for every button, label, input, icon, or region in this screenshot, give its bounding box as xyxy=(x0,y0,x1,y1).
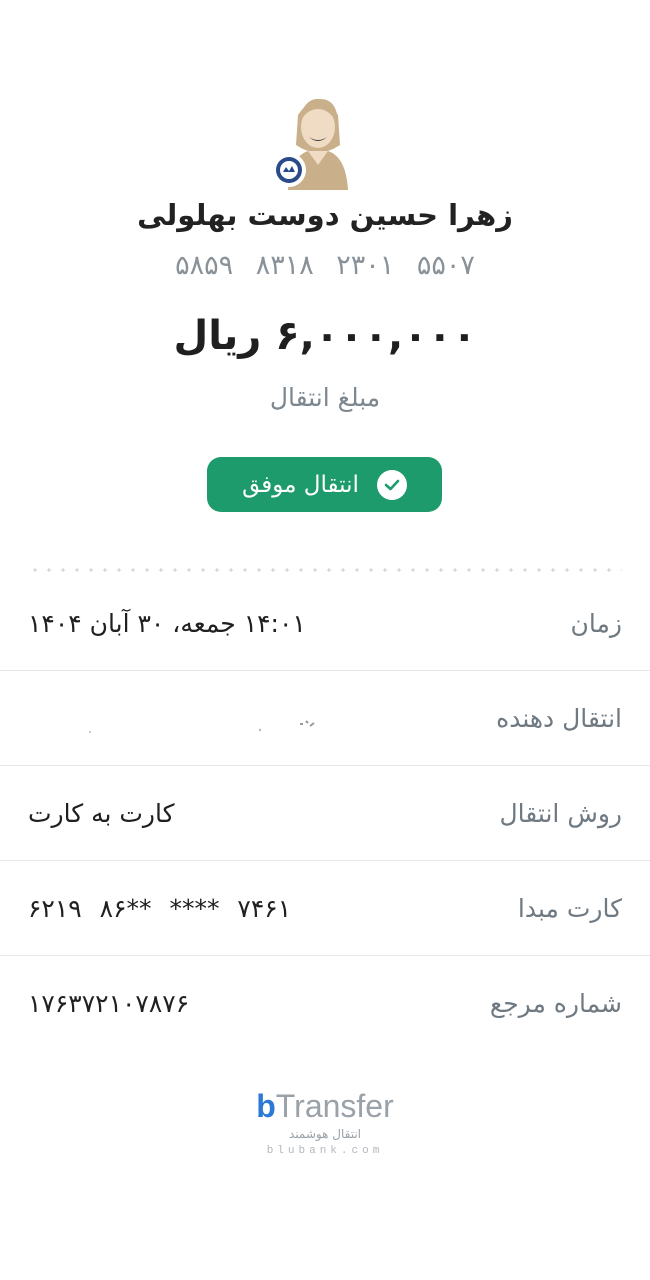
brand-wordmark: bTransfer xyxy=(0,1088,650,1125)
detail-key: شماره مرجع xyxy=(489,988,622,1018)
redacted-sender-name xyxy=(89,720,315,733)
detail-key: روش انتقال xyxy=(499,798,623,828)
detail-row-sender: انتقال دهنده xyxy=(0,671,650,766)
brand-b-letter: b xyxy=(256,1088,276,1124)
amount-caption: مبلغ انتقال xyxy=(269,383,381,412)
bank-logo xyxy=(272,153,306,187)
detail-row-source-card: کارت مبدا ۶۲۱۹ ۸۶** **** ۷۴۶۱ xyxy=(0,861,650,956)
check-icon xyxy=(376,469,407,500)
detail-value: ۶۲۱۹ ۸۶** **** ۷۴۶۱ xyxy=(28,893,292,923)
brand-name: Transfer xyxy=(275,1088,394,1124)
detail-key: زمان xyxy=(570,608,622,638)
details-list: زمان ۱۴:۰۱ جمعه، ۳۰ آبان ۱۴۰۴ انتقال دهن… xyxy=(0,576,650,1050)
brand-domain: blubank.com xyxy=(266,1145,384,1157)
detail-key: کارت مبدا xyxy=(517,893,622,923)
detail-row-method: روش انتقال کارت به کارت xyxy=(0,766,650,861)
detail-value: کارت به کارت xyxy=(28,798,175,828)
recipient-card-number: ۵۸۵۹ ۸۳۱۸ ۲۳۰۱ ۵۵۰۷ xyxy=(175,250,475,281)
status-badge: انتقال موفق xyxy=(207,457,442,512)
recipient-name: زهرا حسین دوست بهلولی xyxy=(137,198,513,232)
dotted-divider xyxy=(28,568,622,572)
detail-value: ۱۷۶۳۷۲۱۰۷۸۷۶ xyxy=(28,988,190,1018)
recipient-avatar xyxy=(268,85,368,195)
status-label: انتقال موفق xyxy=(242,471,359,498)
detail-row-time: زمان ۱۴:۰۱ جمعه، ۳۰ آبان ۱۴۰۴ xyxy=(0,576,650,671)
brand-logo: bTransfer انتقال هوشمند blubank.com xyxy=(0,1088,650,1157)
detail-key: انتقال دهنده xyxy=(496,703,622,733)
bank-seal-icon xyxy=(276,157,302,183)
detail-value: ۱۴:۰۱ جمعه، ۳۰ آبان ۱۴۰۴ xyxy=(28,608,306,638)
transfer-amount: ۶,۰۰۰,۰۰۰ ریال xyxy=(173,313,477,359)
detail-row-reference: شماره مرجع ۱۷۶۳۷۲۱۰۷۸۷۶ xyxy=(0,956,650,1050)
brand-tagline: انتقال هوشمند xyxy=(289,1127,361,1141)
